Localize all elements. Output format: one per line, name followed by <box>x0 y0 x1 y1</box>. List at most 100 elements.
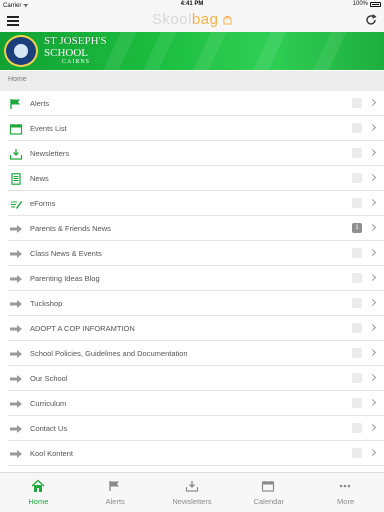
unread-count-badge <box>352 448 362 458</box>
menu-item-parenting-ideas-blog[interactable]: Parenting Ideas Blog <box>8 266 384 291</box>
chevron-right-icon <box>368 223 377 232</box>
menu-item-newsletters[interactable]: Newsletters <box>8 141 384 166</box>
menu-item-label: Parenting Ideas Blog <box>30 274 100 283</box>
menu-item-label: Our School <box>30 374 68 383</box>
chevron-right-icon <box>368 123 377 132</box>
unread-count-badge <box>352 98 362 108</box>
menu-item-label: News <box>30 174 49 183</box>
arrow-right-icon <box>9 422 23 434</box>
chevron-right-icon <box>368 423 377 432</box>
menu-item-alerts[interactable]: Alerts <box>8 91 384 116</box>
unread-count-badge <box>352 298 362 308</box>
breadcrumb: Home <box>0 71 384 91</box>
arrow-right-icon <box>9 397 23 409</box>
menu-item-kool-kontent[interactable]: Kool Kontent <box>8 441 384 466</box>
app-title: Skoolbag <box>0 11 384 28</box>
arrow-right-icon <box>9 372 23 384</box>
home-icon <box>31 479 45 493</box>
menu-item-events-list[interactable]: Events List <box>8 116 384 141</box>
chevron-right-icon <box>368 173 377 182</box>
menu-item-school-policies-guidelines-and-documentation[interactable]: School Policies, Guidelines and Document… <box>8 341 384 366</box>
menu-item-label: Parents & Friends News <box>30 224 111 233</box>
menu-item-label: Alerts <box>30 99 50 108</box>
chevron-right-icon <box>368 248 377 257</box>
tab-more[interactable]: More <box>307 473 384 512</box>
school-name-line2: SCHOOL <box>44 47 89 59</box>
menu-item-contact-us[interactable]: Contact Us <box>8 416 384 441</box>
unread-count-badge <box>352 273 362 283</box>
school-banner: ST JOSEPH'S SCHOOL CAIRNS <box>0 32 384 70</box>
inbox-download-icon <box>185 479 199 493</box>
refresh-icon[interactable] <box>364 13 378 27</box>
menu-item-adopt-a-cop-inforamtion[interactable]: ADOPT A COP INFORAMTION <box>8 316 384 341</box>
menu-item-label: Newsletters <box>30 149 70 158</box>
chevron-right-icon <box>368 323 377 332</box>
unread-count-badge <box>352 173 362 183</box>
school-name-line1: ST JOSEPH'S <box>44 35 107 47</box>
tab-label: Calendar <box>253 497 284 506</box>
tab-label: Alerts <box>105 497 125 506</box>
unread-count-badge <box>352 423 362 433</box>
tab-label: Home <box>28 497 49 506</box>
calendar-icon <box>9 122 23 135</box>
unread-count-badge <box>352 248 362 258</box>
arrow-right-icon <box>9 222 23 234</box>
calendar-icon <box>261 479 275 493</box>
chevron-right-icon <box>368 348 377 357</box>
arrow-right-icon <box>9 322 23 334</box>
tab-label: More <box>337 497 355 506</box>
chevron-right-icon <box>368 448 377 457</box>
tab-label: Newsletters <box>172 497 212 506</box>
app-title-accent: bag <box>191 11 219 28</box>
menu-item-label: ADOPT A COP INFORAMTION <box>30 324 135 333</box>
menu-item-label: Class News & Events <box>30 249 102 258</box>
chevron-right-icon <box>368 98 377 107</box>
battery-percent: 100% <box>352 1 368 7</box>
menu-item-label: Tuckshop <box>30 299 63 308</box>
navigation-bar: Skoolbag <box>0 10 384 32</box>
unread-count-badge <box>352 348 362 358</box>
arrow-right-icon <box>9 347 23 359</box>
news-document-icon <box>9 172 23 185</box>
unread-count-badge <box>352 198 362 208</box>
menu-item-label: Curriculum <box>30 399 67 408</box>
unread-count-badge <box>352 373 362 383</box>
flag-icon <box>9 97 23 109</box>
menu-item-our-school[interactable]: Our School <box>8 366 384 391</box>
menu-item-label: Kool Kontent <box>30 449 73 458</box>
unread-count-badge <box>352 123 362 133</box>
tab-newsletters[interactable]: Newsletters <box>154 473 231 512</box>
battery-icon <box>370 2 381 7</box>
menu-item-news[interactable]: News <box>8 166 384 191</box>
menu-list: Alerts Events List Newsletters News eForms Pa… <box>0 91 384 468</box>
menu-item-label: Events List <box>30 124 67 133</box>
chevron-right-icon <box>368 398 377 407</box>
menu-item-eforms[interactable]: eForms <box>8 191 384 216</box>
eform-pen-icon <box>9 197 23 209</box>
school-location: CAIRNS <box>62 59 91 65</box>
app-title-main: Skool <box>151 11 192 28</box>
tab-alerts[interactable]: Alerts <box>77 473 154 512</box>
unread-count-badge: 1 <box>352 223 362 233</box>
status-bar: Carrier ᯤ 4:41 PM 100% <box>0 0 384 10</box>
more-dots-icon <box>338 479 352 493</box>
menu-item-curriculum[interactable]: Curriculum <box>8 391 384 416</box>
bag-icon <box>223 16 232 25</box>
chevron-right-icon <box>368 273 377 282</box>
arrow-right-icon <box>9 272 23 284</box>
tab-calendar[interactable]: Calendar <box>230 473 307 512</box>
menu-item-class-news-events[interactable]: Class News & Events <box>8 241 384 266</box>
tab-home[interactable]: Home <box>0 473 77 512</box>
menu-item-label: eForms <box>30 199 56 208</box>
menu-item-label: Contact Us <box>30 424 68 433</box>
menu-item-tuckshop[interactable]: Tuckshop <box>8 291 384 316</box>
chevron-right-icon <box>368 373 377 382</box>
status-time: 4:41 PM <box>180 1 204 7</box>
chevron-right-icon <box>368 198 377 207</box>
arrow-right-icon <box>9 247 23 259</box>
unread-count-badge <box>352 323 362 333</box>
arrow-right-icon <box>9 297 23 309</box>
inbox-download-icon <box>9 147 23 160</box>
tab-bar: Home Alerts Newsletters Calendar More <box>0 472 384 512</box>
menu-item-parents-friends-news[interactable]: Parents & Friends News 1 <box>8 216 384 241</box>
